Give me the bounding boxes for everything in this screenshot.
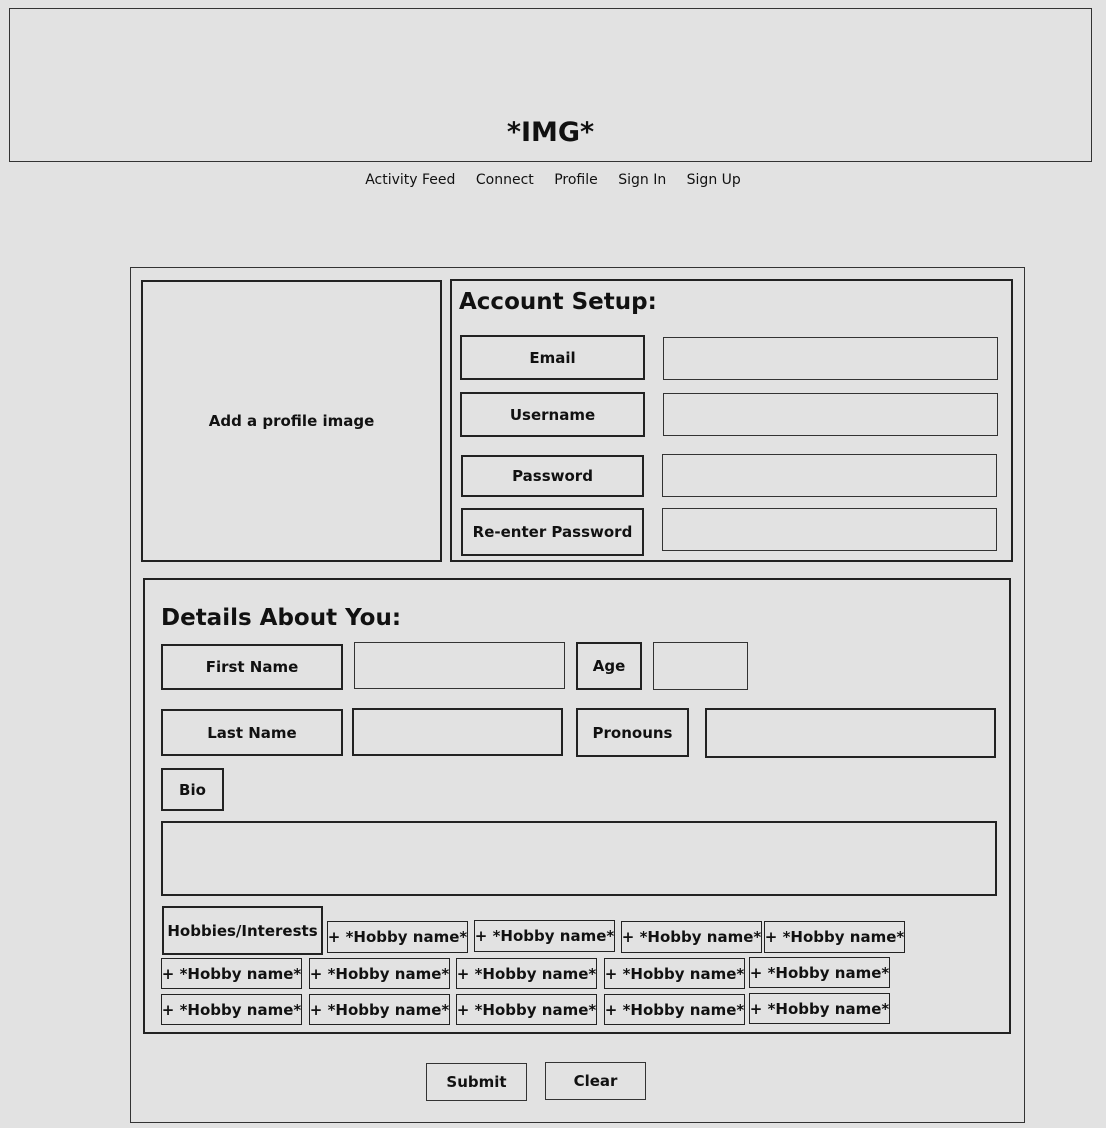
header-image-placeholder: *IMG* xyxy=(9,8,1092,162)
hobby-tag[interactable]: + *Hobby name* xyxy=(604,994,745,1025)
hobby-tag[interactable]: + *Hobby name* xyxy=(309,994,450,1025)
age-label: Age xyxy=(576,642,642,690)
nav-profile[interactable]: Profile xyxy=(554,172,598,188)
reenter-password-field[interactable] xyxy=(662,508,997,551)
last-name-label: Last Name xyxy=(161,709,343,756)
main-nav: Activity Feed Connect Profile Sign In Si… xyxy=(0,172,1106,188)
username-label: Username xyxy=(460,392,645,437)
username-field[interactable] xyxy=(663,393,998,436)
hobby-tag[interactable]: + *Hobby name* xyxy=(456,958,597,989)
profile-image-upload[interactable]: Add a profile image xyxy=(141,280,442,562)
account-setup-title: Account Setup: xyxy=(459,289,657,315)
pronouns-label: Pronouns xyxy=(576,708,689,757)
password-label: Password xyxy=(461,455,644,497)
hobby-tag[interactable]: + *Hobby name* xyxy=(749,957,890,988)
hobby-tag[interactable]: + *Hobby name* xyxy=(161,994,302,1025)
nav-sign-up[interactable]: Sign Up xyxy=(687,172,741,188)
hobby-tag[interactable]: + *Hobby name* xyxy=(604,958,745,989)
reenter-password-label: Re-enter Password xyxy=(461,508,644,556)
hobby-tag[interactable]: + *Hobby name* xyxy=(764,921,905,953)
hobby-tag[interactable]: + *Hobby name* xyxy=(161,958,302,989)
hobby-tag[interactable]: + *Hobby name* xyxy=(474,920,615,952)
bio-label: Bio xyxy=(161,768,224,811)
hobby-tag[interactable]: + *Hobby name* xyxy=(327,921,468,953)
first-name-label: First Name xyxy=(161,644,343,690)
bio-field[interactable] xyxy=(161,821,997,896)
first-name-field[interactable] xyxy=(354,642,565,689)
header-image-label: *IMG* xyxy=(506,117,595,148)
profile-image-label: Add a profile image xyxy=(208,412,375,430)
password-field[interactable] xyxy=(662,454,997,497)
hobby-tag[interactable]: + *Hobby name* xyxy=(456,994,597,1025)
details-title: Details About You: xyxy=(161,605,402,631)
pronouns-field[interactable] xyxy=(705,708,996,758)
clear-button[interactable]: Clear xyxy=(545,1062,646,1100)
nav-connect[interactable]: Connect xyxy=(476,172,534,188)
email-label: Email xyxy=(460,335,645,380)
hobbies-label: Hobbies/Interests xyxy=(162,906,323,955)
nav-activity-feed[interactable]: Activity Feed xyxy=(365,172,455,188)
nav-sign-in[interactable]: Sign In xyxy=(618,172,666,188)
last-name-field[interactable] xyxy=(352,708,563,756)
email-field[interactable] xyxy=(663,337,998,380)
hobby-tag[interactable]: + *Hobby name* xyxy=(621,921,762,953)
hobby-tag[interactable]: + *Hobby name* xyxy=(309,958,450,989)
age-field[interactable] xyxy=(653,642,748,690)
submit-button[interactable]: Submit xyxy=(426,1063,527,1101)
hobby-tag[interactable]: + *Hobby name* xyxy=(749,993,890,1024)
